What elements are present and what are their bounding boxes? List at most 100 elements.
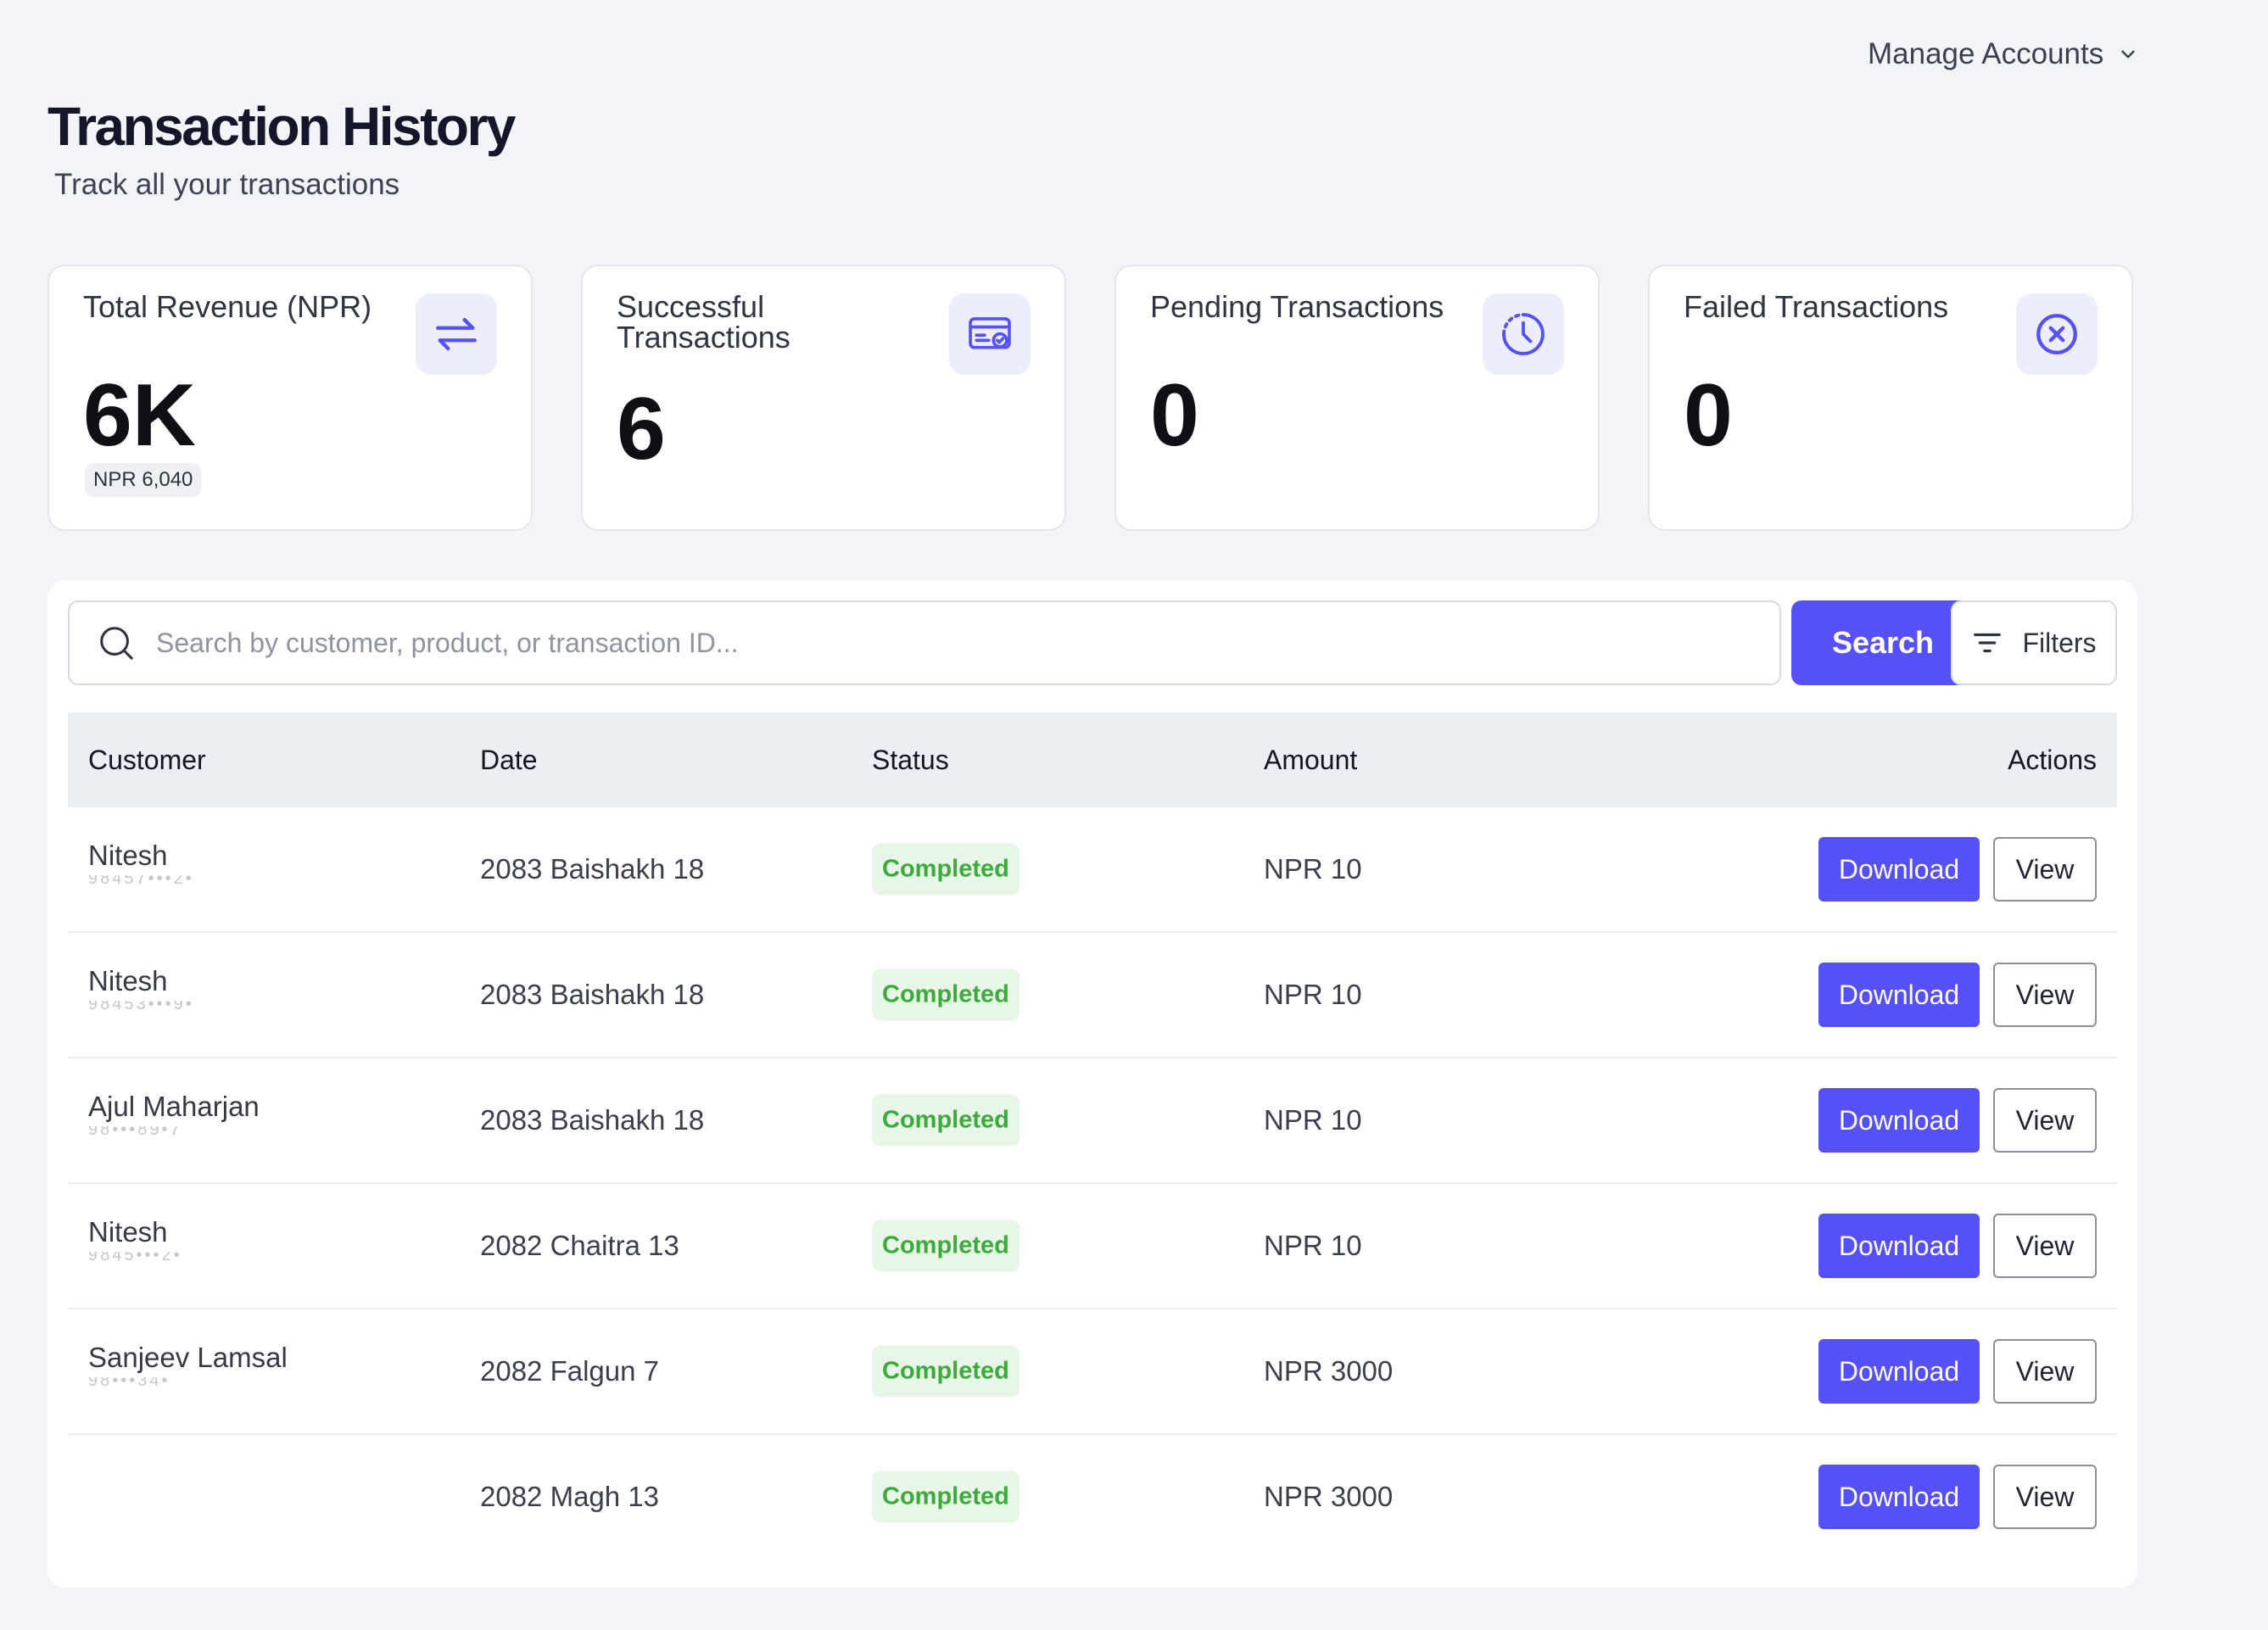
chevron-down-icon — [2121, 50, 2135, 59]
manage-accounts-label: Manage Accounts — [1868, 37, 2104, 70]
table-row: Sanjeev Lamsal 98•••34• 2082 Falgun 7 Co… — [68, 1309, 2117, 1435]
table-header: Customer Date Status Amount Actions — [68, 712, 2117, 807]
filters-label: Filters — [2022, 627, 2097, 658]
search-input[interactable] — [154, 626, 1752, 660]
card-check-icon — [969, 317, 1011, 349]
table-row: Ajul Maharjan 98•••89•7 2083 Baishakh 18… — [68, 1058, 2117, 1184]
status-badge: Completed — [872, 969, 1019, 1021]
stat-card-failed: Failed Transactions 0 — [1648, 265, 2133, 531]
customer-name: Sanjeev Lamsal — [88, 1342, 288, 1373]
customer-cell: Nitesh 9845•••2• — [88, 1216, 207, 1265]
stat-label: Pending Transactions — [1150, 289, 1444, 324]
download-button[interactable]: Download — [1818, 1465, 1980, 1529]
column-header-status: Status — [872, 744, 949, 775]
customer-name: Nitesh — [88, 1216, 168, 1248]
customer-phone: 98457•••2• — [88, 875, 194, 888]
date-cell: 2083 Baishakh 18 — [480, 1104, 705, 1136]
customer-cell: Ajul Maharjan 98•••89•7 — [88, 1091, 260, 1140]
stat-value: 6 — [617, 380, 666, 478]
column-header-date: Date — [480, 744, 538, 775]
search-button[interactable]: Search — [1791, 600, 1975, 685]
page-subtitle: Track all your transactions — [54, 168, 400, 201]
page-title: Transaction History — [47, 96, 517, 157]
status-badge: Completed — [872, 843, 1019, 896]
view-button[interactable]: View — [1993, 1339, 2097, 1404]
download-button[interactable]: Download — [1818, 1088, 1980, 1153]
date-cell: 2083 Baishakh 18 — [480, 853, 705, 885]
customer-cell: Nitesh 98457•••2• — [88, 840, 207, 889]
download-button[interactable]: Download — [1818, 837, 1980, 902]
stat-label: Successful Transactions — [617, 289, 790, 354]
customer-cell: Nitesh 98453•••9• — [88, 965, 207, 1014]
row-actions: Download View — [1818, 1465, 2097, 1529]
download-button[interactable]: Download — [1818, 963, 1980, 1027]
customer-phone: 9845•••2• — [88, 1252, 182, 1264]
status-cell: Completed — [872, 1345, 1019, 1398]
customer-phone: 98•••34• — [88, 1377, 170, 1390]
status-cell: Completed — [872, 843, 1019, 896]
stats-row: Total Revenue (NPR) 6K NPR 6,040 Success… — [47, 265, 2133, 531]
amount-cell: NPR 10 — [1264, 979, 1362, 1010]
search-icon — [100, 627, 133, 660]
status-cell: Completed — [872, 1094, 1019, 1147]
date-cell: 2082 Chaitra 13 — [480, 1230, 679, 1261]
stat-label: Failed Transactions — [1684, 289, 1949, 324]
row-actions: Download View — [1818, 1214, 2097, 1278]
view-button[interactable]: View — [1993, 837, 2097, 902]
stat-chip: NPR 6,040 — [85, 463, 202, 497]
stat-value: 0 — [1150, 366, 1199, 465]
stat-card-total-revenue: Total Revenue (NPR) 6K NPR 6,040 — [47, 265, 533, 531]
view-button[interactable]: View — [1993, 1088, 2097, 1153]
status-badge: Completed — [872, 1094, 1019, 1147]
transactions-panel: Search Filters Customer Date Status Amou… — [47, 580, 2137, 1588]
transfer-arrows-icon — [436, 317, 477, 351]
date-cell: 2083 Baishakh 18 — [480, 979, 705, 1010]
status-cell: Completed — [872, 969, 1019, 1021]
view-button[interactable]: View — [1993, 1214, 2097, 1278]
stat-card-successful: Successful Transactions 6 — [581, 265, 1066, 531]
search-box — [68, 600, 1781, 685]
customer-name: Nitesh — [88, 965, 168, 996]
customer-phone: 98453•••9• — [88, 1001, 194, 1013]
amount-cell: NPR 10 — [1264, 1230, 1362, 1261]
amount-cell: NPR 10 — [1264, 1104, 1362, 1136]
date-cell: 2082 Falgun 7 — [480, 1355, 660, 1387]
x-circle-icon — [2036, 314, 2077, 354]
status-badge: Completed — [872, 1471, 1019, 1523]
view-button[interactable]: View — [1993, 963, 2097, 1027]
customer-name: Nitesh — [88, 840, 168, 871]
customer-name: Ajul Maharjan — [88, 1091, 260, 1122]
stat-value: 6K — [83, 366, 196, 465]
filter-lines-icon — [1974, 633, 2002, 653]
view-button[interactable]: View — [1993, 1465, 2097, 1529]
table-row: Nitesh 9845•••2• 2082 Chaitra 13 Complet… — [68, 1184, 2117, 1309]
column-header-amount: Amount — [1264, 744, 1358, 775]
customer-cell: Sanjeev Lamsal 98•••34• — [88, 1342, 288, 1391]
row-actions: Download View — [1818, 837, 2097, 902]
column-header-customer: Customer — [88, 744, 206, 775]
customer-phone: 98•••89•7 — [88, 1126, 182, 1139]
amount-cell: NPR 10 — [1264, 853, 1362, 885]
table-row: 2082 Magh 13 Completed NPR 3000 Download… — [68, 1435, 2117, 1559]
status-badge: Completed — [872, 1345, 1019, 1398]
stat-label: Total Revenue (NPR) — [83, 289, 372, 324]
transactions-table: Customer Date Status Amount Actions Nite… — [68, 712, 2117, 1559]
manage-accounts-dropdown[interactable]: Manage Accounts — [1868, 37, 2139, 71]
column-header-actions: Actions — [2008, 744, 2097, 775]
amount-cell: NPR 3000 — [1264, 1355, 1394, 1387]
customer-cell — [88, 1467, 207, 1484]
status-cell: Completed — [872, 1220, 1019, 1272]
status-cell: Completed — [872, 1471, 1019, 1523]
status-badge: Completed — [872, 1220, 1019, 1272]
stat-card-pending: Pending Transactions 0 — [1114, 265, 1600, 531]
download-button[interactable]: Download — [1818, 1214, 1980, 1278]
clock-icon — [1502, 313, 1545, 355]
customer-phone — [88, 1471, 207, 1484]
amount-cell: NPR 3000 — [1264, 1481, 1394, 1512]
table-row: Nitesh 98453•••9• 2083 Baishakh 18 Compl… — [68, 933, 2117, 1058]
row-actions: Download View — [1818, 1339, 2097, 1404]
date-cell: 2082 Magh 13 — [480, 1481, 660, 1512]
download-button[interactable]: Download — [1818, 1339, 1980, 1404]
stat-value: 0 — [1684, 366, 1733, 465]
filters-button[interactable]: Filters — [1951, 600, 2117, 685]
